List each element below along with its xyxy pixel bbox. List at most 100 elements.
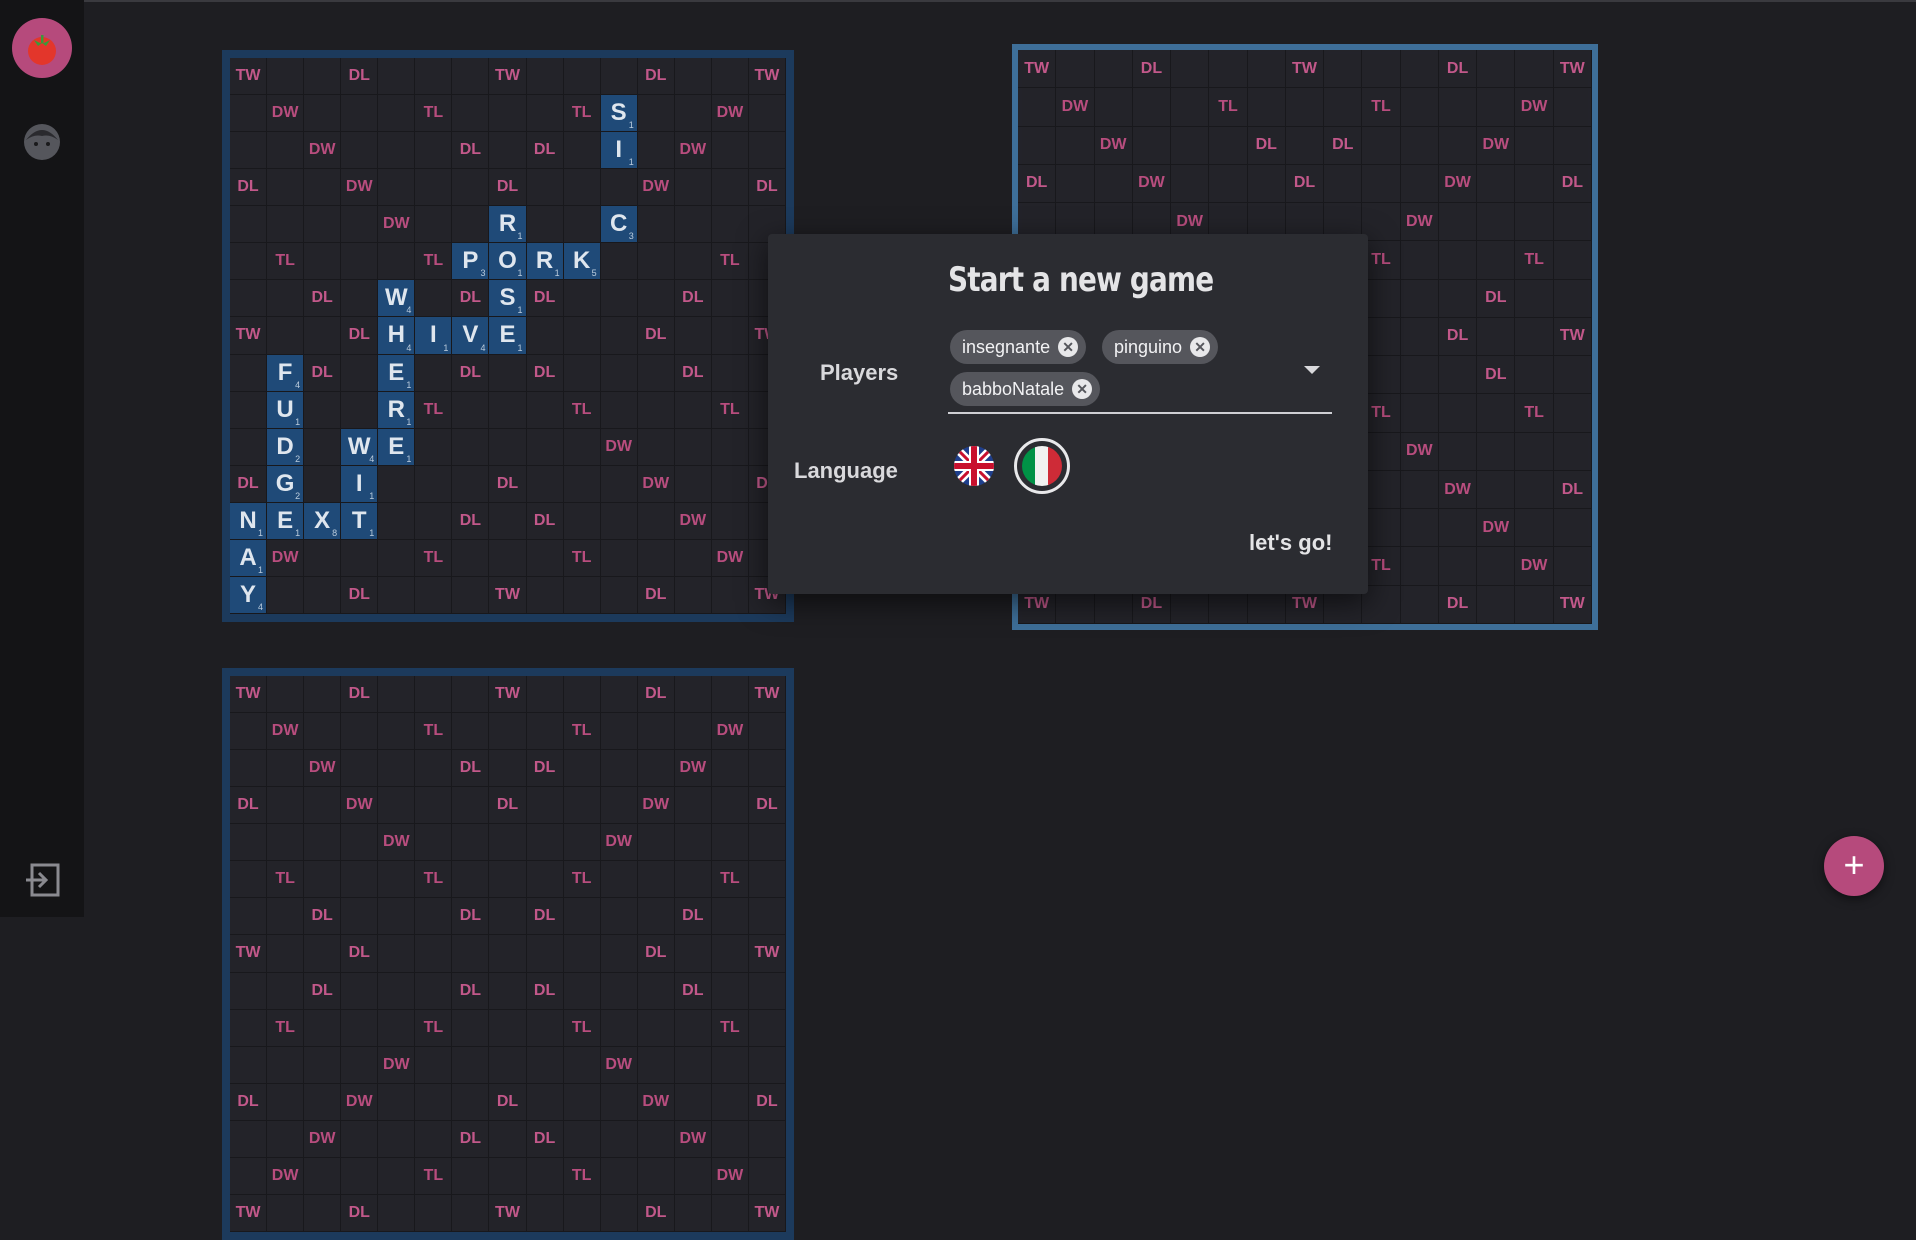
board-square[interactable] bbox=[267, 58, 305, 96]
board-square[interactable] bbox=[674, 391, 712, 429]
board-square[interactable] bbox=[267, 1194, 305, 1232]
premium-square-tw[interactable]: TW bbox=[748, 935, 786, 973]
premium-square-dw[interactable]: DW bbox=[1515, 88, 1554, 127]
board-square[interactable] bbox=[452, 465, 490, 503]
board-square[interactable] bbox=[1477, 203, 1516, 242]
board-square[interactable] bbox=[1553, 432, 1592, 471]
premium-square-dw[interactable]: DW bbox=[304, 132, 342, 170]
premium-square-dl[interactable]: DL bbox=[452, 132, 490, 170]
letter-tile[interactable]: U1 bbox=[267, 391, 305, 429]
board-square[interactable] bbox=[341, 713, 379, 751]
board-square[interactable] bbox=[748, 132, 786, 170]
board-square[interactable] bbox=[637, 1046, 675, 1084]
board-square[interactable] bbox=[378, 1083, 416, 1121]
board-square[interactable] bbox=[600, 502, 638, 540]
board-square[interactable] bbox=[526, 1046, 564, 1084]
premium-square-dw[interactable]: DW bbox=[674, 132, 712, 170]
premium-square-dw[interactable]: DW bbox=[267, 95, 305, 133]
board-square[interactable] bbox=[1438, 126, 1478, 165]
board-square[interactable] bbox=[452, 787, 490, 825]
premium-square-dl[interactable]: DL bbox=[489, 1083, 527, 1121]
board-square[interactable] bbox=[1515, 126, 1554, 165]
board-square[interactable] bbox=[748, 1120, 786, 1158]
letter-tile[interactable]: W4 bbox=[341, 428, 379, 466]
board-square[interactable] bbox=[1171, 50, 1210, 89]
board-square[interactable] bbox=[600, 576, 638, 614]
board-square[interactable] bbox=[526, 58, 564, 96]
board-square[interactable] bbox=[341, 1157, 379, 1195]
premium-square-dw[interactable]: DW bbox=[1400, 432, 1439, 471]
letter-tile[interactable]: H4 bbox=[378, 317, 416, 355]
board-square[interactable] bbox=[1400, 509, 1439, 548]
board-square[interactable] bbox=[1515, 279, 1554, 318]
board-square[interactable] bbox=[452, 58, 490, 96]
premium-square-tl[interactable]: TL bbox=[1362, 241, 1401, 280]
board-square[interactable] bbox=[674, 465, 712, 503]
board-square[interactable] bbox=[378, 465, 416, 503]
premium-square-tl[interactable]: TL bbox=[711, 243, 749, 281]
premium-square-dl[interactable]: DL bbox=[637, 317, 675, 355]
board-square[interactable] bbox=[378, 1120, 416, 1158]
board-square[interactable] bbox=[1477, 241, 1516, 280]
board-square[interactable] bbox=[1171, 126, 1210, 165]
premium-square-dl[interactable]: DL bbox=[1553, 470, 1592, 510]
premium-square-dl[interactable]: DL bbox=[341, 58, 379, 96]
board-square[interactable] bbox=[674, 1083, 712, 1121]
board-square[interactable] bbox=[600, 391, 638, 429]
board-square[interactable] bbox=[1400, 126, 1439, 165]
board-square[interactable] bbox=[304, 824, 342, 862]
premium-square-tl[interactable]: TL bbox=[415, 95, 453, 133]
board-square[interactable] bbox=[526, 391, 564, 429]
board-square[interactable] bbox=[1400, 50, 1439, 89]
board-square[interactable] bbox=[230, 1120, 268, 1158]
board-square[interactable] bbox=[637, 243, 675, 281]
board-square[interactable] bbox=[1209, 50, 1248, 89]
premium-square-dl[interactable]: DL bbox=[230, 1083, 268, 1121]
premium-square-dw[interactable]: DW bbox=[674, 502, 712, 540]
board-square[interactable] bbox=[341, 95, 379, 133]
premium-square-tl[interactable]: TL bbox=[563, 1009, 601, 1047]
board-square[interactable] bbox=[1438, 509, 1478, 548]
premium-square-tw[interactable]: TW bbox=[1553, 50, 1592, 89]
board-square[interactable] bbox=[1515, 585, 1554, 624]
premium-square-dl[interactable]: DL bbox=[526, 1120, 564, 1158]
remove-chip-icon[interactable]: ✕ bbox=[1058, 337, 1079, 357]
board-square[interactable] bbox=[1477, 88, 1516, 127]
board-square[interactable] bbox=[489, 750, 527, 788]
board-square[interactable] bbox=[526, 824, 564, 862]
premium-square-dw[interactable]: DW bbox=[600, 824, 638, 862]
board-square[interactable] bbox=[1400, 585, 1439, 624]
board-square[interactable] bbox=[304, 169, 342, 207]
board-square[interactable] bbox=[267, 280, 305, 318]
board-square[interactable] bbox=[1553, 509, 1592, 548]
board-square[interactable] bbox=[674, 861, 712, 899]
board-square[interactable] bbox=[304, 95, 342, 133]
board-square[interactable] bbox=[267, 750, 305, 788]
italian-flag-selected[interactable] bbox=[1014, 438, 1070, 494]
board-square[interactable] bbox=[304, 1046, 342, 1084]
premium-square-dw[interactable]: DW bbox=[711, 713, 749, 751]
board-square[interactable] bbox=[1438, 203, 1478, 242]
premium-square-tw[interactable]: TW bbox=[230, 676, 268, 714]
board-square[interactable] bbox=[378, 713, 416, 751]
board-square[interactable] bbox=[563, 787, 601, 825]
board-square[interactable] bbox=[637, 713, 675, 751]
board-square[interactable] bbox=[526, 676, 564, 714]
board-square[interactable] bbox=[748, 1046, 786, 1084]
board-square[interactable] bbox=[267, 1083, 305, 1121]
board-square[interactable] bbox=[563, 1083, 601, 1121]
premium-square-dl[interactable]: DL bbox=[230, 787, 268, 825]
board-square[interactable] bbox=[378, 1009, 416, 1047]
board-square[interactable] bbox=[230, 713, 268, 751]
premium-square-dw[interactable]: DW bbox=[267, 1157, 305, 1195]
premium-square-dl[interactable]: DL bbox=[637, 58, 675, 96]
board-square[interactable] bbox=[267, 972, 305, 1010]
board-square[interactable] bbox=[674, 95, 712, 133]
premium-square-dw[interactable]: DW bbox=[637, 169, 675, 207]
premium-square-dw[interactable]: DW bbox=[711, 1157, 749, 1195]
board-square[interactable] bbox=[415, 169, 453, 207]
board-square[interactable] bbox=[489, 502, 527, 540]
board-square[interactable] bbox=[452, 824, 490, 862]
user-avatar-icon[interactable] bbox=[22, 122, 62, 162]
board-square[interactable] bbox=[304, 317, 342, 355]
